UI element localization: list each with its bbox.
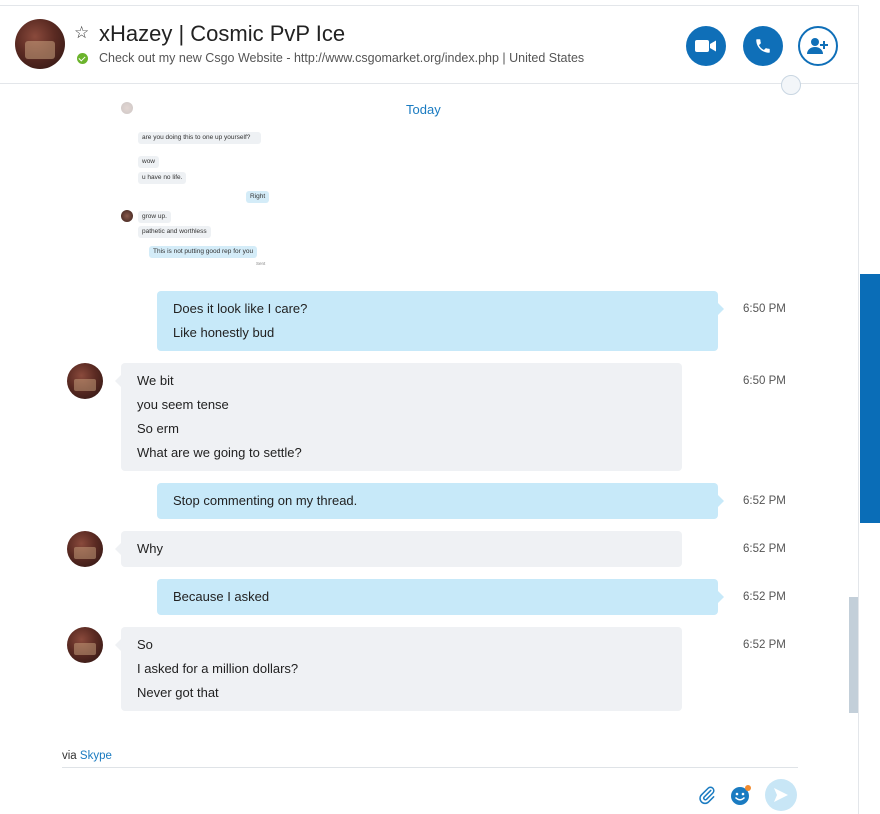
skype-chat-window: ☆ xHazey | Cosmic PvP Ice Check out my n…: [0, 0, 880, 814]
emoji-button[interactable]: [730, 784, 752, 806]
right-divider: [858, 5, 859, 814]
window-side-scrollbar[interactable]: [860, 274, 880, 523]
contact-avatar[interactable]: [67, 627, 103, 663]
message-text: Because I asked: [173, 589, 270, 604]
message-timestamp: 6:52 PM: [743, 591, 786, 603]
screenshot-message: are you doing this to one up yourself?: [138, 132, 261, 144]
date-divider: Today: [406, 102, 441, 117]
chat-scrollbar-thumb[interactable]: [849, 597, 858, 713]
screenshot-avatar: [121, 102, 133, 114]
message-text: So: [137, 637, 153, 652]
message-text: you seem tense: [137, 397, 229, 412]
incoming-message[interactable]: Why: [115, 531, 682, 567]
screenshot-message: grow up.: [138, 211, 171, 223]
contact-avatar[interactable]: [67, 363, 103, 399]
message-text: Why: [137, 541, 163, 556]
compose-divider: [62, 767, 798, 768]
message-timestamp: 6:50 PM: [743, 303, 786, 315]
audio-call-button[interactable]: [743, 26, 783, 66]
message-text: We bit: [137, 373, 174, 388]
emoji-icon: [731, 785, 751, 805]
message-timestamp: 6:52 PM: [743, 639, 786, 651]
incoming-message[interactable]: We bit you seem tense So erm What are we…: [115, 363, 682, 471]
screenshot-message: Right: [246, 191, 270, 203]
message-text: Like honestly bud: [173, 325, 275, 340]
screenshot-message: pathetic and worthless: [138, 226, 211, 238]
message-text: So erm: [137, 421, 179, 436]
outgoing-message[interactable]: Does it look like I care? Like honestly …: [157, 291, 724, 351]
audio-call-icon: [756, 39, 770, 53]
shared-screenshot-image[interactable]: are you doing this to one up yourself? w…: [118, 100, 278, 272]
conversation-header: ☆ xHazey | Cosmic PvP Ice Check out my n…: [0, 6, 858, 84]
message-text: Never got that: [137, 685, 219, 700]
screenshot-sent-label: Sent: [256, 261, 266, 266]
add-people-icon: [807, 38, 828, 54]
video-call-icon: [695, 40, 716, 52]
message-timestamp: 6:52 PM: [743, 543, 786, 555]
message-text: Stop commenting on my thread.: [173, 493, 358, 508]
message-text: Does it look like I care?: [173, 301, 308, 316]
attach-button[interactable]: [696, 784, 718, 806]
message-text: What are we going to settle?: [137, 445, 302, 460]
via-label: via Skype: [62, 750, 112, 762]
contact-name[interactable]: xHazey | Cosmic PvP Ice: [99, 21, 345, 47]
mood-message: Check out my new Csgo Website - http://w…: [99, 51, 585, 65]
contact-avatar[interactable]: [67, 531, 103, 567]
incoming-message[interactable]: So I asked for a million dollars? Never …: [115, 627, 682, 711]
screenshot-message: This is not putting good rep for you: [149, 246, 258, 258]
contact-avatar[interactable]: [15, 19, 65, 69]
screenshot-message: wow: [138, 156, 160, 168]
video-call-button[interactable]: [686, 26, 726, 66]
via-prefix: via: [62, 750, 77, 762]
screenshot-message: u have no life.: [138, 172, 187, 184]
outgoing-message[interactable]: Because I asked: [157, 579, 724, 615]
add-people-button[interactable]: [798, 26, 838, 66]
skype-link[interactable]: Skype: [80, 750, 112, 762]
star-icon[interactable]: ☆: [74, 23, 89, 43]
message-timestamp: 6:52 PM: [743, 495, 786, 507]
message-text: I asked for a million dollars?: [137, 661, 299, 676]
send-button[interactable]: [765, 779, 797, 811]
send-icon: [774, 788, 788, 802]
screenshot-avatar: [121, 210, 133, 222]
message-timestamp: 6:50 PM: [743, 375, 786, 387]
globe-icon: [781, 75, 801, 95]
outgoing-message[interactable]: Stop commenting on my thread.: [157, 483, 724, 519]
attach-icon: [699, 786, 715, 805]
online-status-icon: [77, 53, 88, 64]
